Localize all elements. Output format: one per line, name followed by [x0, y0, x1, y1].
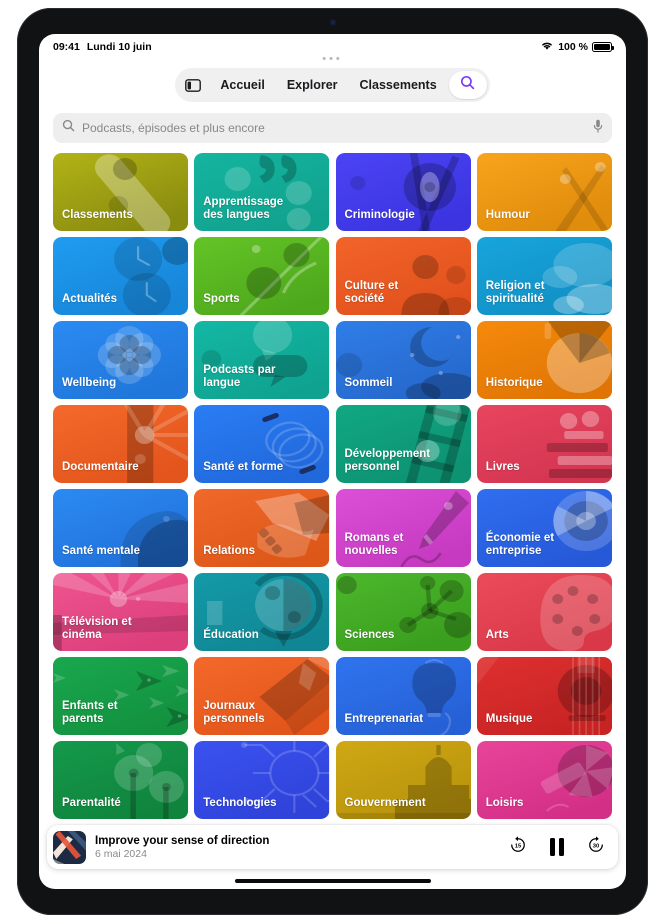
- skip-back-15-icon[interactable]: 15: [508, 835, 528, 860]
- category-label: Journaux personnels: [203, 700, 265, 725]
- category-grid: Classements Apprentissage des langues Cr…: [53, 153, 612, 819]
- category-label: Arts: [485, 629, 509, 641]
- category-tile[interactable]: Développement personnel: [335, 405, 471, 483]
- category-label: Relations: [203, 545, 256, 557]
- category-tile[interactable]: Apprentissage des langues: [194, 153, 330, 231]
- search-input[interactable]: Podcasts, épisodes et plus encore: [53, 113, 612, 143]
- category-label: Culture et société: [344, 280, 399, 305]
- tab-explorer[interactable]: Explorer: [277, 71, 348, 99]
- microphone-icon[interactable]: [593, 119, 603, 138]
- front-camera: [329, 19, 336, 26]
- skip-forward-30-icon[interactable]: 30: [586, 835, 606, 860]
- search-button[interactable]: [448, 71, 487, 99]
- category-tile[interactable]: Religion et spiritualité: [476, 237, 612, 315]
- status-time: 09:41: [53, 41, 80, 53]
- category-tile[interactable]: Humour: [476, 153, 612, 231]
- category-label: Développement personnel: [344, 448, 431, 473]
- category-label: Religion et spiritualité: [485, 280, 545, 305]
- category-tile[interactable]: Éducation: [194, 573, 330, 651]
- category-tile[interactable]: Historique: [476, 321, 612, 399]
- battery-full-icon: [592, 42, 614, 52]
- category-label: Entreprenariat: [344, 713, 424, 725]
- category-label: Santé et forme: [203, 461, 284, 473]
- category-tile[interactable]: Culture et société: [335, 237, 471, 315]
- category-tile[interactable]: Gouvernement: [335, 741, 471, 819]
- category-label: Humour: [485, 209, 530, 221]
- category-label: Technologies: [203, 797, 277, 809]
- category-tile[interactable]: Romans et nouvelles: [335, 489, 471, 567]
- category-label: Classements: [62, 209, 133, 221]
- ipad-device-frame: 09:41 Lundi 10 juin 100 % ••• Accueil Ex…: [17, 8, 648, 915]
- category-label: Wellbeing: [62, 377, 117, 389]
- category-tile[interactable]: Télévision et cinéma: [53, 573, 189, 651]
- category-label: Livres: [485, 461, 520, 473]
- category-tile[interactable]: Technologies: [194, 741, 330, 819]
- tab-accueil[interactable]: Accueil: [210, 71, 274, 99]
- category-label: Documentaire: [62, 461, 139, 473]
- category-label: Santé mentale: [62, 545, 140, 557]
- category-tile[interactable]: Parentalité: [53, 741, 189, 819]
- status-bar: 09:41 Lundi 10 juin 100 %: [39, 34, 626, 56]
- category-label: Gouvernement: [344, 797, 426, 809]
- category-label: Sports: [203, 293, 240, 305]
- category-label: Romans et nouvelles: [344, 532, 404, 557]
- category-label: Actualités: [62, 293, 117, 305]
- category-label: Musique: [485, 713, 533, 725]
- wifi-icon: [540, 40, 554, 54]
- category-tile[interactable]: Sommeil: [335, 321, 471, 399]
- category-label: Loisirs: [485, 797, 524, 809]
- category-label: Sciences: [344, 629, 395, 641]
- episode-title: Improve your sense of direction: [95, 834, 270, 847]
- category-label: Enfants et parents: [62, 700, 118, 725]
- category-label: Sommeil: [344, 377, 393, 389]
- tab-classements[interactable]: Classements: [350, 71, 447, 99]
- category-tile[interactable]: Santé mentale: [53, 489, 189, 567]
- category-tile[interactable]: Arts: [476, 573, 612, 651]
- mini-player[interactable]: Improve your sense of direction 6 mai 20…: [47, 825, 618, 869]
- category-tile[interactable]: Documentaire: [53, 405, 189, 483]
- category-label: Apprentissage des langues: [203, 196, 284, 221]
- category-tile[interactable]: Classements: [53, 153, 189, 231]
- status-date: Lundi 10 juin: [86, 41, 152, 53]
- category-tile[interactable]: Journaux personnels: [194, 657, 330, 735]
- category-label: Criminologie: [344, 209, 415, 221]
- ipad-screen: 09:41 Lundi 10 juin 100 % ••• Accueil Ex…: [39, 34, 626, 889]
- category-label: Éducation: [203, 629, 259, 641]
- home-indicator[interactable]: [234, 878, 431, 883]
- episode-date: 6 mai 2024: [95, 847, 147, 860]
- search-placeholder: Podcasts, épisodes et plus encore: [82, 121, 265, 135]
- category-tile[interactable]: Actualités: [53, 237, 189, 315]
- category-label: Économie et entreprise: [485, 532, 555, 557]
- category-label: Télévision et cinéma: [62, 616, 132, 641]
- category-tile[interactable]: Podcasts par langue: [194, 321, 330, 399]
- battery-percent: 100 %: [558, 41, 588, 53]
- search-icon: [62, 119, 75, 137]
- category-tile[interactable]: Entreprenariat: [335, 657, 471, 735]
- category-tile[interactable]: Relations: [194, 489, 330, 567]
- sidebar-toggle-icon[interactable]: [178, 71, 208, 99]
- pause-icon[interactable]: [550, 838, 564, 856]
- category-tile[interactable]: Enfants et parents: [53, 657, 189, 735]
- category-tile[interactable]: Livres: [476, 405, 612, 483]
- episode-artwork: [53, 830, 86, 864]
- category-tile[interactable]: Musique: [476, 657, 612, 735]
- category-tile[interactable]: Santé et forme: [194, 405, 330, 483]
- navigation-bar: Accueil Explorer Classements: [39, 68, 626, 102]
- category-tile[interactable]: Criminologie: [335, 153, 471, 231]
- svg-text:30: 30: [593, 843, 599, 849]
- category-tile[interactable]: Wellbeing: [53, 321, 189, 399]
- category-tile[interactable]: Sports: [194, 237, 330, 315]
- category-label: Podcasts par langue: [203, 364, 276, 389]
- category-label: Parentalité: [62, 797, 121, 809]
- search-icon: [460, 75, 475, 95]
- multitasking-handle[interactable]: •••: [39, 54, 626, 66]
- category-tile[interactable]: Économie et entreprise: [476, 489, 612, 567]
- svg-text:15: 15: [515, 843, 522, 849]
- category-tile[interactable]: Sciences: [335, 573, 471, 651]
- category-tile[interactable]: Loisirs: [476, 741, 612, 819]
- category-label: Historique: [485, 377, 543, 389]
